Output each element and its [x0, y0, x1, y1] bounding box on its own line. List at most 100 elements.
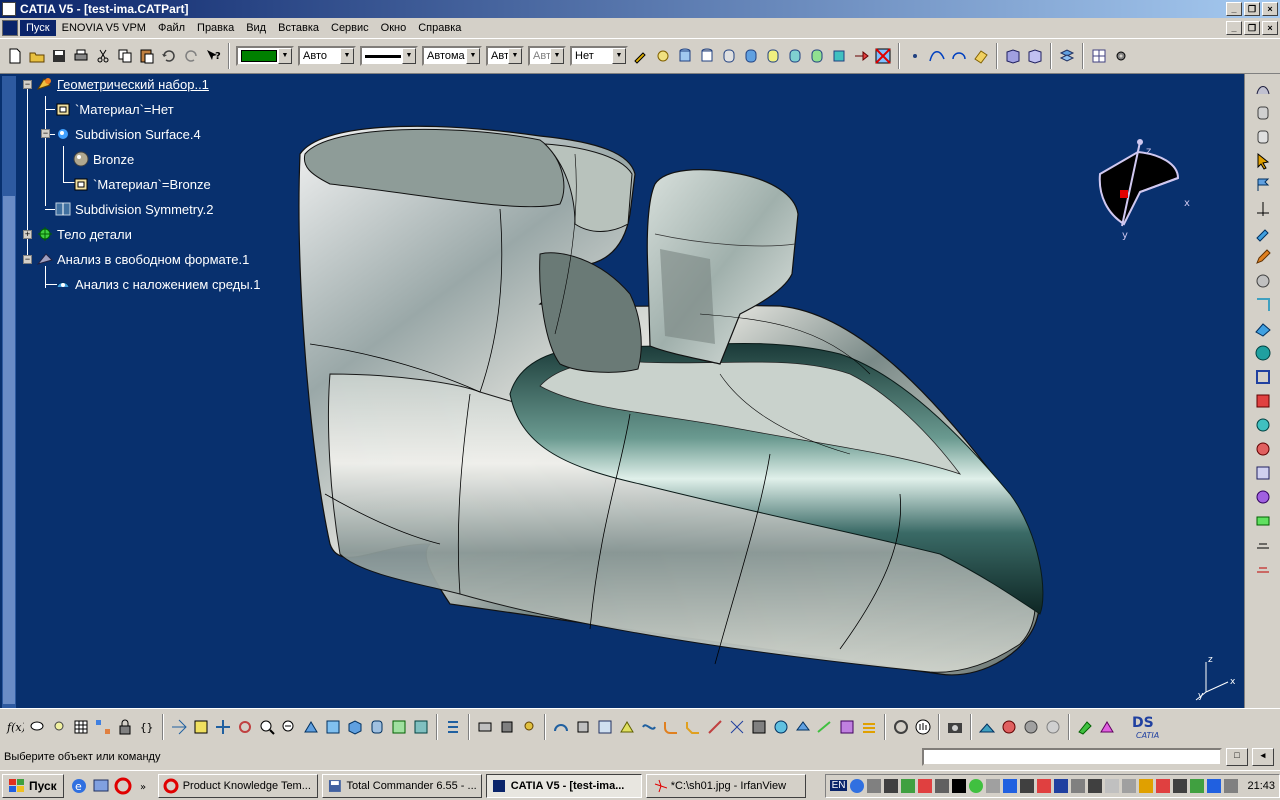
chevron-down-icon[interactable]: ▼ [508, 48, 522, 64]
tray-icon[interactable] [1020, 778, 1035, 793]
menu-file[interactable]: Файл [152, 20, 191, 36]
chevron-down-icon[interactable]: ▼ [612, 48, 626, 64]
line-style-combo[interactable]: ▼ [360, 46, 418, 66]
gear-icon[interactable] [1112, 47, 1130, 65]
tree-node-geometric-set[interactable]: Геометрический набор..1 [36, 75, 209, 93]
tree-node-subdivision-surface[interactable]: Subdivision Surface.4 [54, 125, 201, 143]
tree-view-icon[interactable] [444, 718, 462, 736]
flag-icon[interactable] [1254, 176, 1272, 194]
globe-icon[interactable] [1254, 344, 1272, 362]
chevron-down-icon[interactable]: ▼ [466, 48, 480, 64]
linetype-combo[interactable]: Автома ▼ [422, 46, 482, 66]
print-icon[interactable] [72, 47, 90, 65]
extract-icon[interactable] [794, 718, 812, 736]
tree-node-material-none[interactable]: `Материал`=Нет [54, 100, 174, 118]
tray-icon[interactable] [935, 778, 950, 793]
chevron-down-icon[interactable]: ▼ [402, 48, 416, 64]
taskbar-item-irfanview[interactable]: *C:\sh01.jpg - IrfanView [645, 773, 806, 798]
painter-icon[interactable] [632, 47, 650, 65]
cylinder-icon-2[interactable] [698, 47, 716, 65]
paste-icon[interactable] [138, 47, 156, 65]
tray-icon[interactable] [969, 778, 984, 793]
menu-help[interactable]: Справка [412, 20, 467, 36]
iso-view-icon[interactable] [346, 718, 364, 736]
arc-icon[interactable] [950, 47, 968, 65]
network-tray-icon[interactable] [850, 778, 865, 793]
surface-icon-2[interactable] [1026, 47, 1044, 65]
shape-design-icon[interactable] [1254, 80, 1272, 98]
multi-section-icon[interactable] [618, 718, 636, 736]
offset-icon[interactable] [498, 718, 516, 736]
axis-icon[interactable] [1254, 200, 1272, 218]
arc-tool-icon[interactable] [552, 718, 570, 736]
collapse-toggle[interactable]: − [23, 255, 32, 264]
shading-icon[interactable] [368, 718, 386, 736]
tray-icon[interactable] [918, 778, 933, 793]
compass[interactable]: z x y [1080, 134, 1200, 244]
pencil-icon[interactable] [1254, 248, 1272, 266]
block-tool-icon[interactable] [574, 718, 592, 736]
tree-node-subdivision-symmetry[interactable]: Subdivision Symmetry.2 [54, 200, 213, 218]
tree-node-material-bronze[interactable]: `Материал`=Bronze [72, 175, 211, 193]
pan-icon[interactable] [214, 718, 232, 736]
trim-icon[interactable] [706, 718, 724, 736]
chamfer-icon[interactable] [684, 718, 702, 736]
healing-icon[interactable] [772, 718, 790, 736]
grid-icon[interactable] [1090, 47, 1108, 65]
no-grid-icon[interactable] [874, 47, 892, 65]
lock-icon[interactable] [116, 718, 134, 736]
tray-icon[interactable] [1156, 778, 1171, 793]
menu-window[interactable]: Окно [375, 20, 413, 36]
bracket-icon[interactable]: {} [138, 718, 156, 736]
show-desktop-icon[interactable] [92, 777, 110, 795]
surface-icon-1[interactable] [1004, 47, 1022, 65]
sphere-tool-icon[interactable] [1254, 272, 1272, 290]
properties-icon[interactable] [654, 47, 672, 65]
tree-node-bronze[interactable]: Bronze [72, 150, 134, 168]
cylinder-icon-7[interactable] [808, 47, 826, 65]
fillet-icon[interactable] [662, 718, 680, 736]
paint-brush-icon[interactable] [1254, 224, 1272, 242]
hand-icon[interactable] [914, 718, 932, 736]
lineweight-combo[interactable]: Авт ▼ [486, 46, 524, 66]
undo-icon[interactable] [160, 47, 178, 65]
cylinder-stack-icon-2[interactable] [1254, 128, 1272, 146]
tray-icon[interactable] [867, 778, 882, 793]
bulb-icon[interactable] [520, 718, 538, 736]
tray-icon[interactable] [1105, 778, 1120, 793]
chevron-down-icon[interactable]: ▼ [340, 48, 354, 64]
start-button[interactable]: Пуск [2, 773, 64, 798]
collapse-toggle[interactable]: − [23, 80, 32, 89]
language-indicator[interactable]: EN [829, 780, 848, 791]
document-analysis-icon[interactable] [1254, 464, 1272, 482]
table-icon[interactable] [72, 718, 90, 736]
analysis-red-icon[interactable] [1254, 392, 1272, 410]
cylinder-icon-1[interactable] [676, 47, 694, 65]
3d-model-render[interactable] [0, 74, 1244, 708]
highlight-icon[interactable] [1254, 512, 1272, 530]
cylinder-icon-5[interactable] [764, 47, 782, 65]
sketch-icon[interactable] [476, 718, 494, 736]
split-icon[interactable] [728, 718, 746, 736]
compass-handle[interactable] [1137, 139, 1143, 145]
command-input[interactable] [922, 748, 1222, 766]
menu-insert[interactable]: Вставка [272, 20, 325, 36]
clock[interactable]: 21:43 [1247, 780, 1275, 792]
save-icon[interactable] [50, 47, 68, 65]
apply-material-icon[interactable] [1076, 718, 1094, 736]
eraser-icon[interactable] [972, 47, 990, 65]
expand-toggle[interactable]: + [23, 230, 32, 239]
transparency-combo[interactable]: Авто ▼ [298, 46, 356, 66]
doc-restore-button[interactable]: ❐ [1244, 21, 1260, 35]
cube-icon[interactable] [830, 47, 848, 65]
globe-color-icon[interactable] [1254, 488, 1272, 506]
open-folder-icon[interactable] [28, 47, 46, 65]
copy-icon[interactable] [116, 47, 134, 65]
select-arrow-icon[interactable] [1254, 152, 1272, 170]
refresh-icon[interactable] [892, 718, 910, 736]
corner-icon[interactable] [1254, 296, 1272, 314]
surface-blue-icon[interactable] [1254, 320, 1272, 338]
cut-icon[interactable] [94, 47, 112, 65]
cylinder-stack-icon[interactable] [1254, 104, 1272, 122]
frame-icon[interactable] [1254, 368, 1272, 386]
